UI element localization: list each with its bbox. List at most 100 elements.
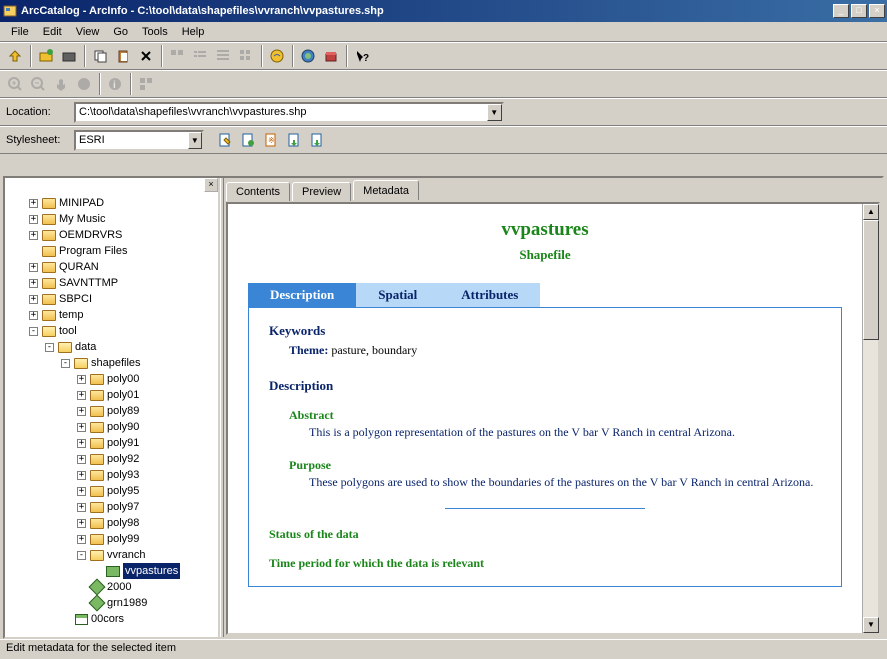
menu-tools[interactable]: Tools — [135, 24, 175, 40]
identify-button[interactable]: i — [104, 73, 126, 95]
catalog-tree[interactable]: +MINIPAD+My Music+OEMDRVRS Program Files… — [5, 193, 218, 637]
location-dropdown-button[interactable]: ▼ — [487, 104, 502, 121]
arctoolbox-button[interactable] — [320, 45, 342, 67]
location-input[interactable] — [76, 105, 487, 119]
expand-toggle[interactable]: + — [77, 487, 86, 496]
menu-edit[interactable]: Edit — [36, 24, 69, 40]
tree-node-vvranch[interactable]: -vvranch — [5, 547, 218, 563]
zoom-in-button[interactable] — [4, 73, 26, 95]
vertical-scrollbar[interactable]: ▲ ▼ — [862, 204, 878, 633]
expand-toggle[interactable]: + — [77, 471, 86, 480]
expand-toggle[interactable]: + — [77, 375, 86, 384]
full-extent-button[interactable] — [73, 73, 95, 95]
expand-toggle[interactable]: + — [29, 295, 38, 304]
expand-toggle[interactable]: - — [29, 327, 38, 336]
edit-metadata-button[interactable] — [214, 129, 236, 151]
tree-node-oemdrvrs[interactable]: +OEMDRVRS — [5, 227, 218, 243]
copy-button[interactable] — [89, 45, 111, 67]
tree-node-poly91[interactable]: +poly91 — [5, 435, 218, 451]
tree-node-poly95[interactable]: +poly95 — [5, 483, 218, 499]
tab-metadata[interactable]: Metadata — [353, 180, 419, 200]
tree-node-savnttmp[interactable]: +SAVNTTMP — [5, 275, 218, 291]
expand-toggle[interactable]: - — [77, 551, 86, 560]
tree-node-poly01[interactable]: +poly01 — [5, 387, 218, 403]
thumbnails-button[interactable] — [235, 45, 257, 67]
tree-node-poly99[interactable]: +poly99 — [5, 531, 218, 547]
stylesheet-dropdown-button[interactable]: ▼ — [188, 132, 202, 149]
expand-toggle[interactable]: + — [77, 407, 86, 416]
large-icons-button[interactable] — [166, 45, 188, 67]
menu-view[interactable]: View — [69, 24, 107, 40]
details-button[interactable] — [212, 45, 234, 67]
expand-toggle[interactable]: + — [29, 199, 38, 208]
location-combo[interactable]: ▼ — [74, 102, 504, 123]
metadata-properties-button[interactable] — [237, 129, 259, 151]
tree-node-minipad[interactable]: +MINIPAD — [5, 195, 218, 211]
launch-arcmap-button[interactable] — [266, 45, 288, 67]
expand-toggle[interactable]: + — [77, 503, 86, 512]
tree-node-shapefiles[interactable]: -shapefiles — [5, 355, 218, 371]
disconnect-folder-button[interactable] — [58, 45, 80, 67]
expand-toggle[interactable]: + — [29, 231, 38, 240]
export-metadata-button[interactable] — [306, 129, 328, 151]
tree-node-poly90[interactable]: +poly90 — [5, 419, 218, 435]
expand-toggle[interactable]: - — [45, 343, 54, 352]
tree-node-poly89[interactable]: +poly89 — [5, 403, 218, 419]
scroll-thumb[interactable] — [863, 220, 879, 340]
expand-toggle[interactable]: + — [77, 535, 86, 544]
expand-toggle[interactable]: + — [77, 391, 86, 400]
pan-button[interactable] — [50, 73, 72, 95]
menu-go[interactable]: Go — [106, 24, 135, 40]
menu-file[interactable]: File — [4, 24, 36, 40]
tree-node-poly00[interactable]: +poly00 — [5, 371, 218, 387]
connect-folder-button[interactable] — [35, 45, 57, 67]
tree-node-poly93[interactable]: +poly93 — [5, 467, 218, 483]
paste-button[interactable] — [112, 45, 134, 67]
tree-node-grn1989[interactable]: grn1989 — [5, 595, 218, 611]
tree-node-00cors[interactable]: 00cors — [5, 611, 218, 627]
expand-toggle[interactable]: + — [77, 439, 86, 448]
tree-node-poly98[interactable]: +poly98 — [5, 515, 218, 531]
scroll-down-button[interactable]: ▼ — [863, 617, 879, 633]
tree-node-program-files[interactable]: Program Files — [5, 243, 218, 259]
close-button[interactable]: × — [869, 4, 885, 18]
expand-toggle[interactable]: + — [77, 423, 86, 432]
expand-toggle[interactable]: + — [77, 519, 86, 528]
tab-preview[interactable]: Preview — [292, 182, 351, 201]
create-thumbnail-button[interactable] — [135, 73, 157, 95]
zoom-out-button[interactable] — [27, 73, 49, 95]
tree-node-tool[interactable]: -tool — [5, 323, 218, 339]
expand-toggle[interactable]: + — [29, 263, 38, 272]
menu-help[interactable]: Help — [175, 24, 212, 40]
minimize-button[interactable]: _ — [833, 4, 849, 18]
tree-node-temp[interactable]: +temp — [5, 307, 218, 323]
import-metadata-button[interactable] — [283, 129, 305, 151]
tree-node-vvpastures[interactable]: vvpastures — [5, 563, 218, 579]
stylesheet-input[interactable] — [76, 133, 188, 147]
tree-close-button[interactable]: × — [204, 178, 218, 192]
stylesheet-combo[interactable]: ▼ — [74, 130, 204, 151]
subtab-attributes[interactable]: Attributes — [439, 283, 540, 307]
tree-node-sbpci[interactable]: +SBPCI — [5, 291, 218, 307]
tree-node-quran[interactable]: +QURAN — [5, 259, 218, 275]
list-button[interactable] — [189, 45, 211, 67]
expand-toggle[interactable]: + — [29, 279, 38, 288]
search-button[interactable] — [297, 45, 319, 67]
delete-button[interactable] — [135, 45, 157, 67]
tree-node-poly97[interactable]: +poly97 — [5, 499, 218, 515]
subtab-spatial[interactable]: Spatial — [356, 283, 439, 307]
up-button[interactable] — [4, 45, 26, 67]
tab-contents[interactable]: Contents — [226, 182, 290, 201]
maximize-button[interactable]: □ — [851, 4, 867, 18]
subtab-description[interactable]: Description — [248, 283, 356, 307]
whats-this-button[interactable]: ? — [351, 45, 373, 67]
create-metadata-button[interactable]: ※ — [260, 129, 282, 151]
expand-toggle[interactable]: - — [61, 359, 70, 368]
tree-node-data[interactable]: -data — [5, 339, 218, 355]
scroll-up-button[interactable]: ▲ — [863, 204, 879, 220]
expand-toggle[interactable]: + — [77, 455, 86, 464]
tree-node-2000[interactable]: 2000 — [5, 579, 218, 595]
expand-toggle[interactable]: + — [29, 311, 38, 320]
tree-node-poly92[interactable]: +poly92 — [5, 451, 218, 467]
tree-node-my-music[interactable]: +My Music — [5, 211, 218, 227]
